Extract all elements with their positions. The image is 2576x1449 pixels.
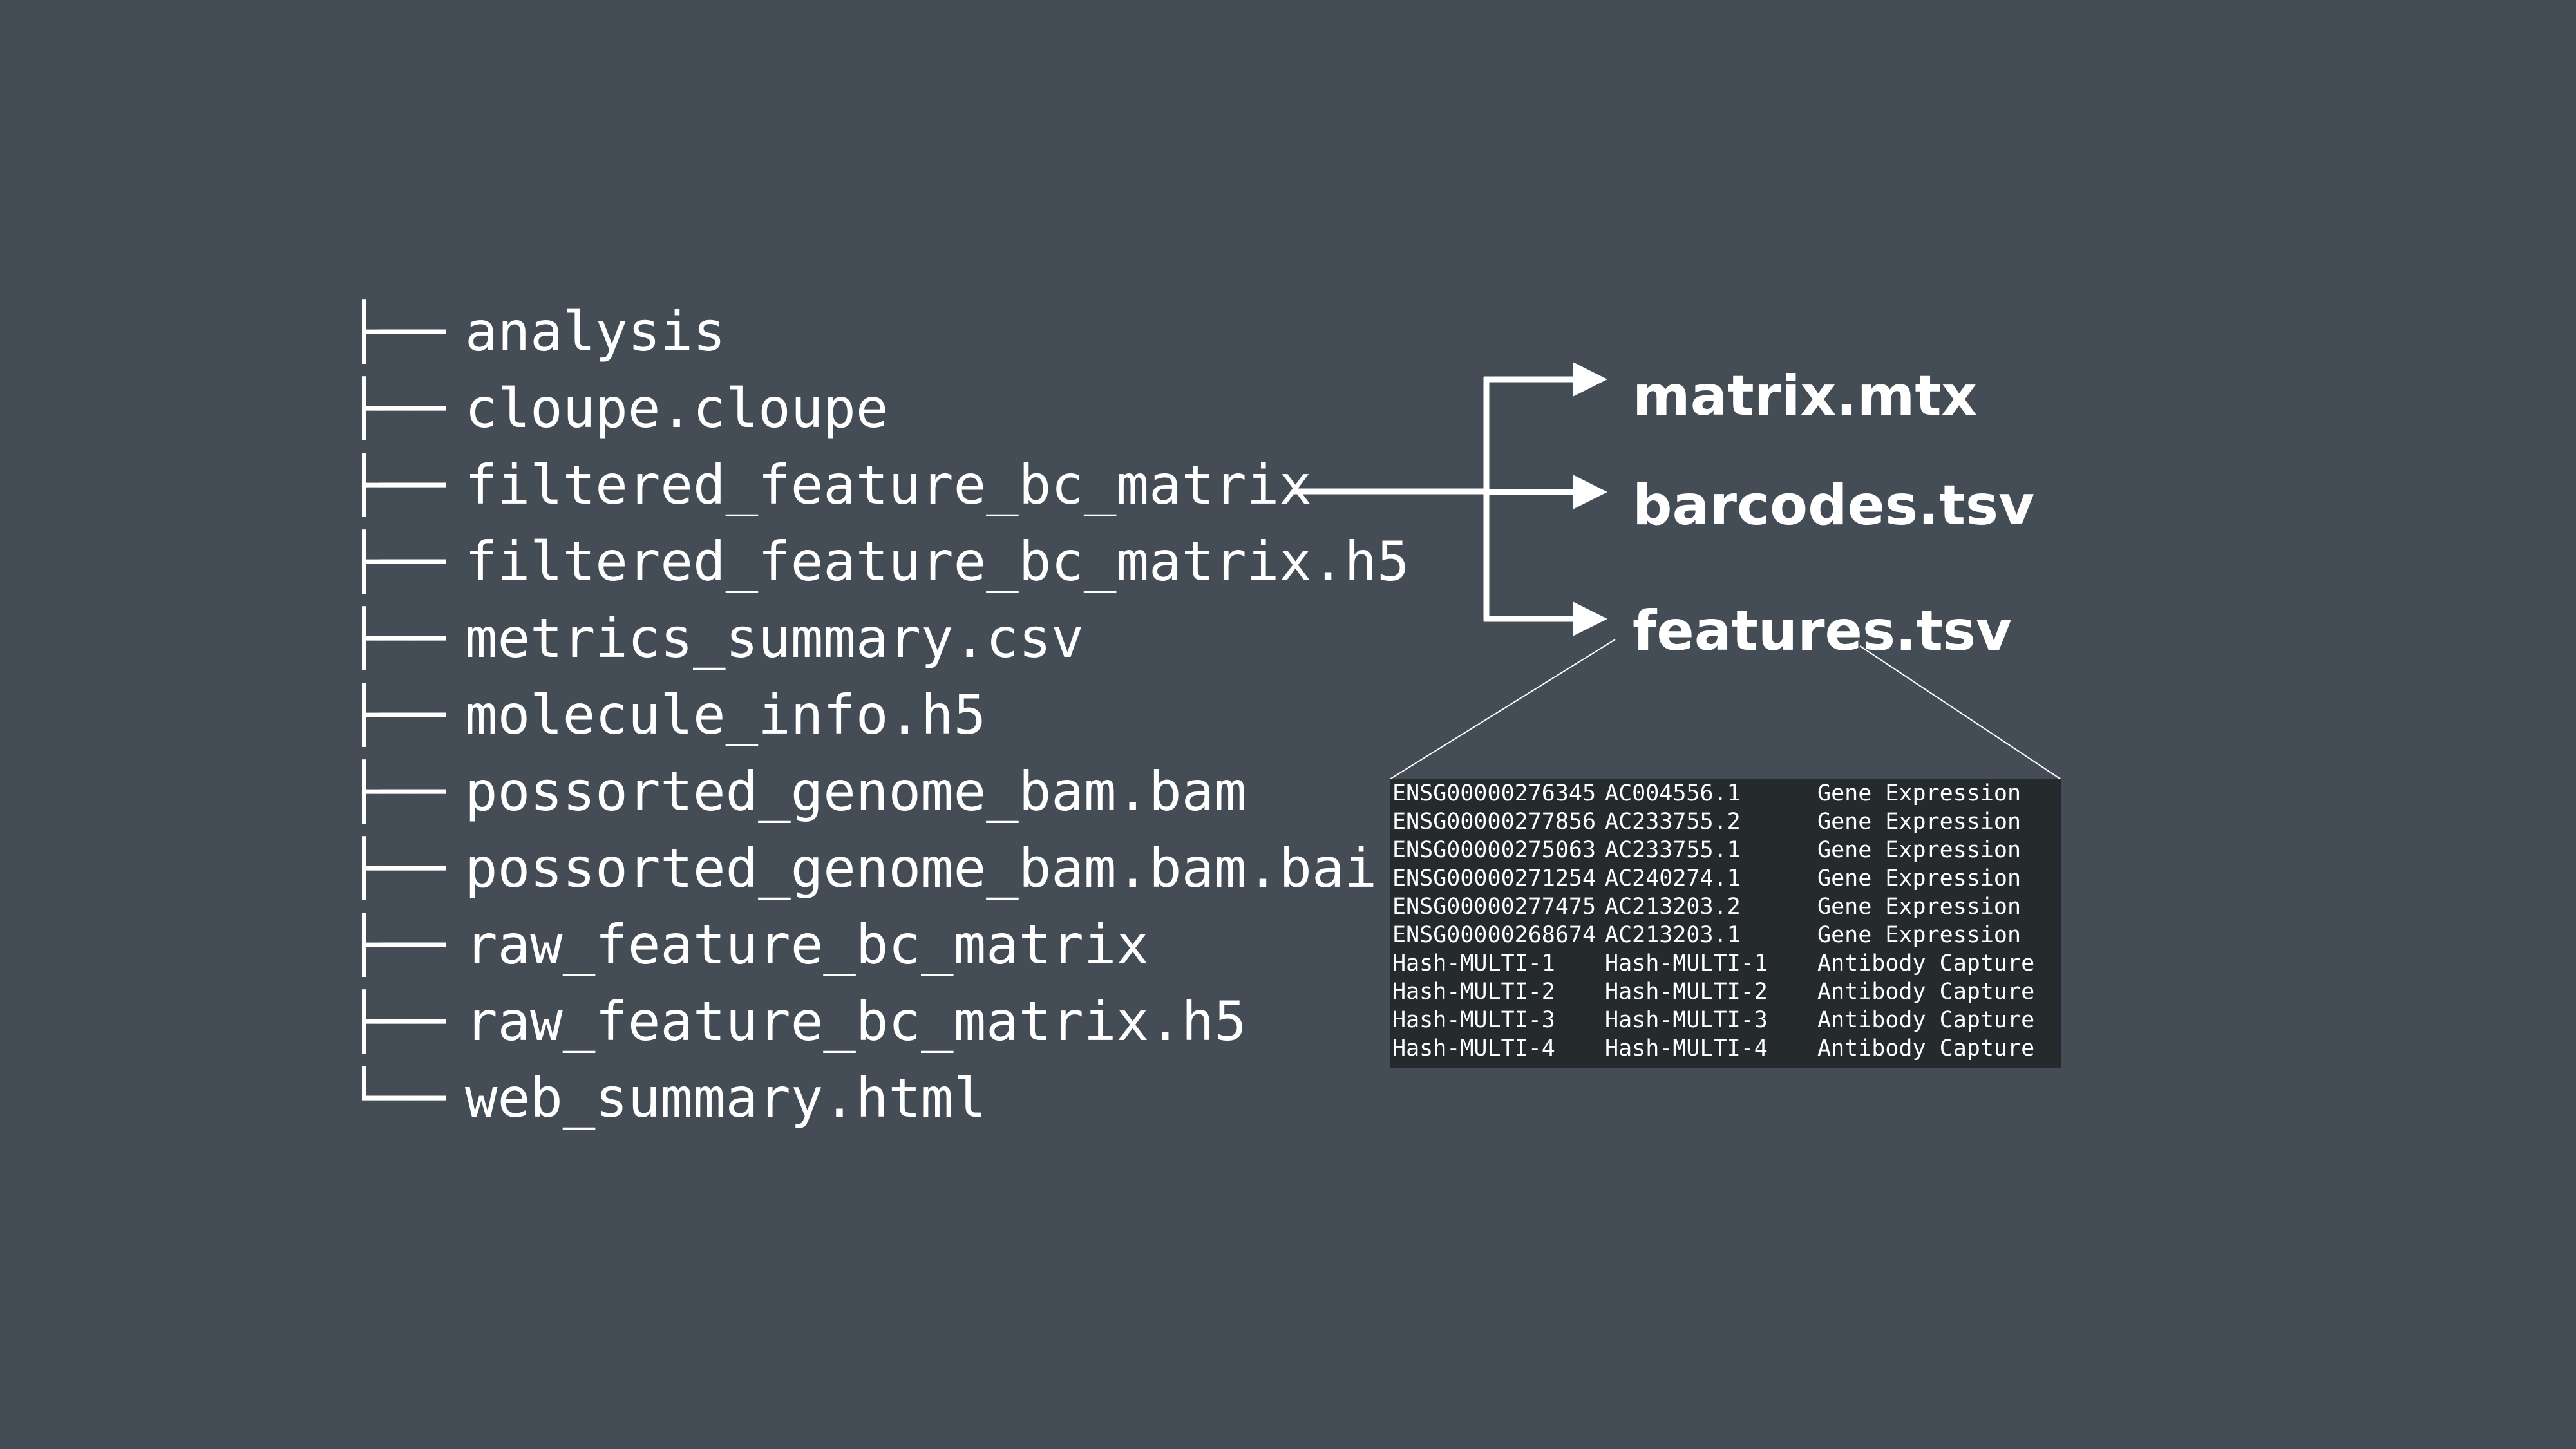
feature-id-cell: ENSG00000276345	[1392, 781, 1596, 806]
feature-type-cell: Gene Expression	[1817, 809, 2022, 835]
feature-id-cell: ENSG00000277856	[1392, 809, 1596, 835]
feature-type-cell: Antibody Capture	[1817, 1036, 2035, 1061]
feature-name-cell: Hash-MULTI-4	[1605, 1036, 1768, 1061]
feature-type-cell: Gene Expression	[1817, 781, 2022, 806]
feature-name-cell: AC233755.1	[1605, 837, 1741, 863]
table-row: ENSG00000271254 AC240274.1 Gene Expression	[1390, 864, 2061, 893]
feature-name-cell: Hash-MULTI-3	[1605, 1007, 1768, 1033]
table-row: Hash-MULTI-1 Hash-MULTI-1 Antibody Capture	[1390, 949, 2061, 978]
feature-name-cell: AC213203.1	[1605, 922, 1741, 948]
feature-type-cell: Antibody Capture	[1817, 979, 2035, 1005]
feature-type-cell: Antibody Capture	[1817, 1007, 2035, 1033]
matrix-mtx-label: matrix.mtx	[1633, 364, 1977, 428]
zoom-line-right	[1859, 645, 2061, 780]
feature-type-cell: Antibody Capture	[1817, 951, 2035, 976]
feature-type-cell: Gene Expression	[1817, 894, 2022, 920]
feature-name-cell: AC004556.1	[1605, 781, 1741, 806]
table-row: ENSG00000277475 AC213203.2 Gene Expression	[1390, 893, 2061, 921]
feature-type-cell: Gene Expression	[1817, 922, 2022, 948]
feature-type-cell: Gene Expression	[1817, 837, 2022, 863]
feature-name-cell: Hash-MULTI-1	[1605, 951, 1768, 976]
feature-type-cell: Gene Expression	[1817, 866, 2022, 891]
zoom-line-left	[1389, 639, 1616, 780]
table-row: ENSG00000277856 AC233755.2 Gene Expression	[1390, 808, 2061, 836]
feature-id-cell: ENSG00000268674	[1392, 922, 1596, 948]
feature-id-cell: ENSG00000271254	[1392, 866, 1596, 891]
feature-id-cell: Hash-MULTI-4	[1392, 1036, 1555, 1061]
table-row: ENSG00000275063 AC233755.1 Gene Expression	[1390, 836, 2061, 864]
features-tsv-preview: ENSG00000276345 AC004556.1 Gene Expression…	[1390, 779, 2061, 1068]
table-row: Hash-MULTI-2 Hash-MULTI-2 Antibody Capture	[1390, 978, 2061, 1006]
feature-id-cell: Hash-MULTI-1	[1392, 951, 1555, 976]
table-row: ENSG00000276345 AC004556.1 Gene Expression	[1390, 779, 2061, 808]
table-row: ENSG00000268674 AC213203.1 Gene Expression	[1390, 921, 2061, 949]
connector-arrows	[1293, 362, 2061, 780]
feature-name-cell: Hash-MULTI-2	[1605, 979, 1768, 1005]
feature-id-cell: ENSG00000277475	[1392, 894, 1596, 920]
feature-id-cell: ENSG00000275063	[1392, 837, 1596, 863]
features-tsv-label: features.tsv	[1633, 599, 2012, 663]
table-row: Hash-MULTI-4 Hash-MULTI-4 Antibody Capture	[1390, 1034, 2061, 1063]
barcodes-tsv-label: barcodes.tsv	[1633, 473, 2035, 538]
feature-name-cell: AC213203.2	[1605, 894, 1741, 920]
feature-id-cell: Hash-MULTI-3	[1392, 1007, 1555, 1033]
table-row: Hash-MULTI-3 Hash-MULTI-3 Antibody Capture	[1390, 1006, 2061, 1034]
feature-name-cell: AC233755.2	[1605, 809, 1741, 835]
feature-id-cell: Hash-MULTI-2	[1392, 979, 1555, 1005]
feature-name-cell: AC240274.1	[1605, 866, 1741, 891]
